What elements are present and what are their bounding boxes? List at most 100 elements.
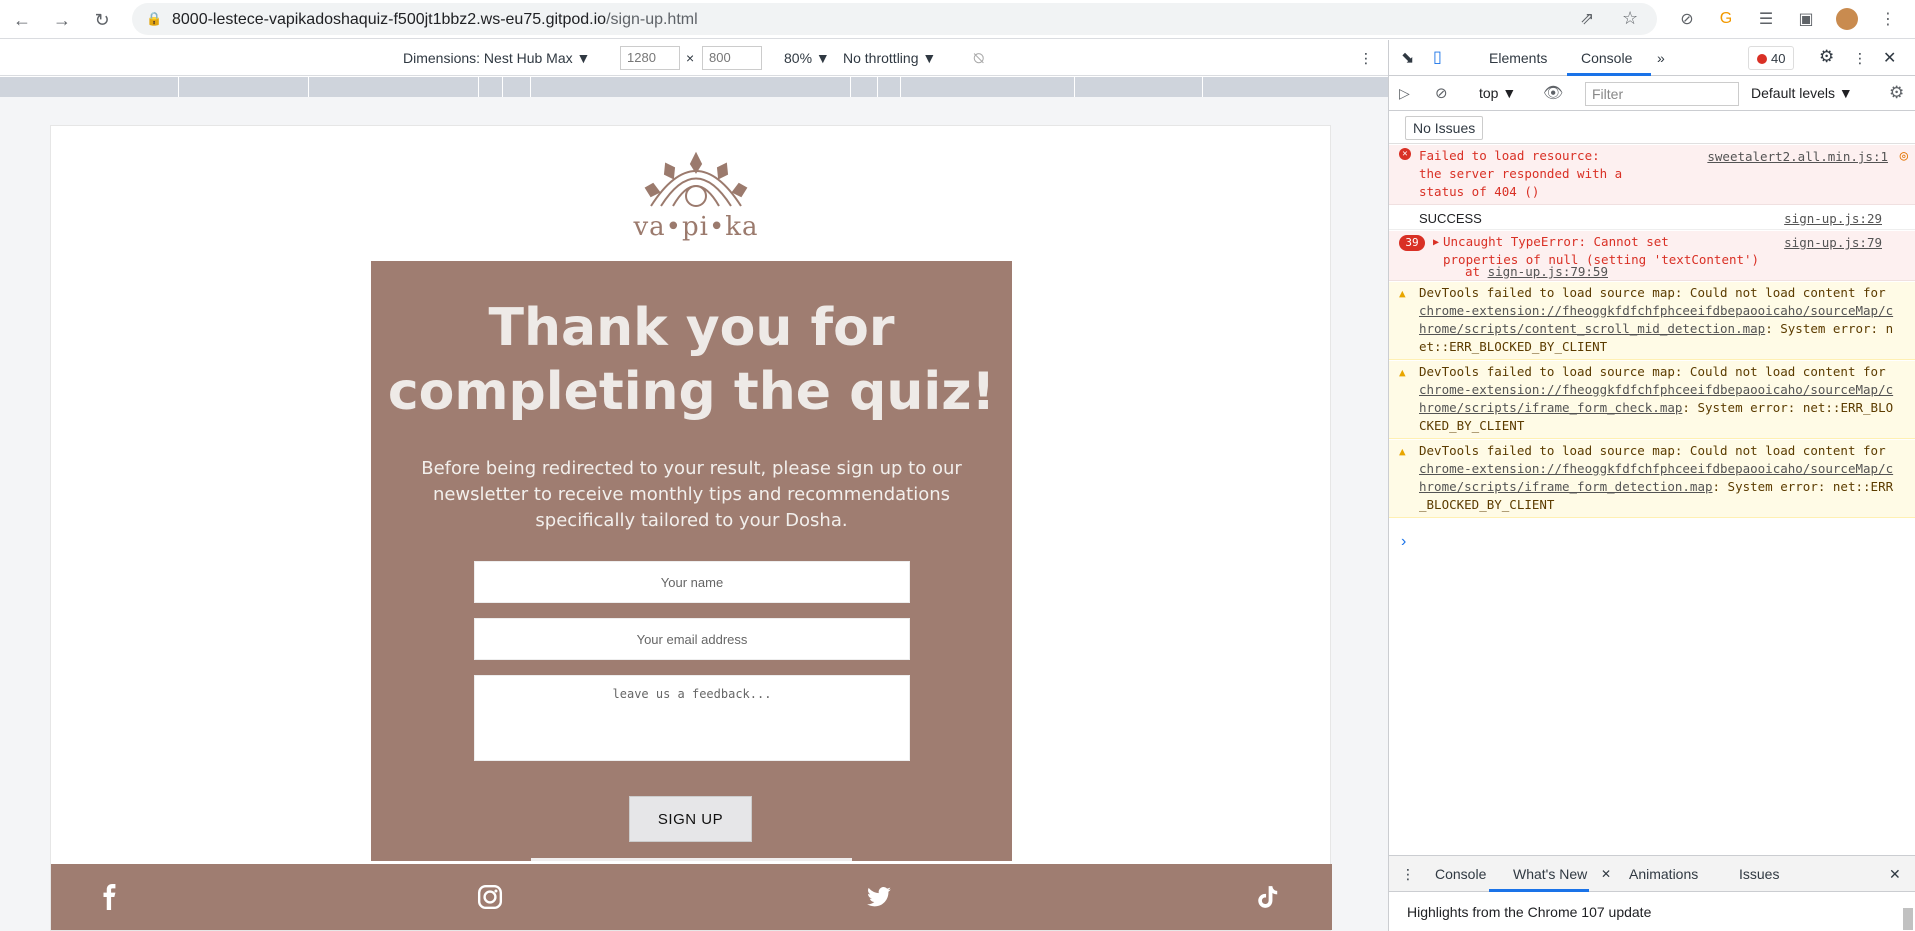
message-source-link[interactable]: sign-up.js:29 [1784,210,1882,228]
back-icon[interactable]: ← [9,7,35,33]
logo-text: va•pi•ka [633,212,759,242]
sign-up-button[interactable]: SIGN UP [629,796,752,842]
forward-icon[interactable]: → [49,7,75,33]
live-expression-eye-icon[interactable]: 👁 [1543,83,1563,103]
media-query-ruler[interactable] [0,77,1388,97]
devtools-drawer: ⋮ Console What's New ✕ Animations Issues… [1389,855,1915,931]
height-input[interactable]: 800 [702,46,762,70]
stack-frame-link[interactable]: sign-up.js:79:59 [1488,264,1608,279]
clear-console-icon[interactable]: ⊘ [1435,84,1448,102]
message-text: DevTools failed to load source map: Coul… [1419,364,1894,433]
share-icon[interactable]: ⇗ [1580,9,1594,29]
message-source-link[interactable]: sign-up.js:79 [1784,234,1882,252]
drawer-tab-console[interactable]: Console [1435,866,1486,882]
message-text: Failed to load resource: the server resp… [1419,148,1623,199]
devtools-menu-icon[interactable]: ⋮ [1853,50,1867,67]
inspect-icon[interactable]: ⬊ [1401,48,1414,68]
times-sign: × [686,50,695,66]
message-source-link[interactable]: sweetalert2.all.min.js:1 [1707,148,1888,166]
instagram-icon[interactable] [477,884,503,910]
facebook-icon[interactable] [97,884,123,910]
warning-icon: ▲ [1399,287,1406,300]
signup-card: Thank you for completing the quiz! Befor… [371,261,1012,861]
drawer-tab-whats-new[interactable]: What's New [1513,866,1587,882]
expand-triangle-icon[interactable]: ▶ [1433,234,1439,252]
bookmark-star-icon[interactable]: ☆ [1622,8,1638,29]
email-input[interactable]: Your email address [474,618,910,660]
device-toggle-icon[interactable]: ▯ [1433,47,1442,67]
tab-console[interactable]: Console [1581,50,1632,66]
twitter-icon[interactable] [866,884,892,910]
drawer-menu-icon[interactable]: ⋮ [1401,866,1415,883]
throttling-select[interactable]: No throttling ▼ [843,50,936,66]
social-footer [51,864,1332,930]
page-viewport: va•pi•ka Thank you for completing the qu… [0,97,1388,931]
issues-row: No Issues [1389,112,1915,144]
device-toolbar: Dimensions: Nest Hub Max ▼ 1280 × 800 80… [0,40,1388,76]
zoom-select[interactable]: 80% ▼ [784,50,830,66]
browser-toolbar: ← → ↻ 🔒 8000-lestece-vapikadoshaquiz-f50… [0,0,1915,39]
console-message: ▲ DevTools failed to load source map: Co… [1389,361,1915,439]
width-input[interactable]: 1280 [620,46,680,70]
close-drawer-icon[interactable]: ✕ [1889,866,1901,883]
name-input[interactable]: Your name [474,561,910,603]
drawer-tab-animations[interactable]: Animations [1629,866,1698,882]
active-tab-indicator [1567,73,1651,76]
url-text: 8000-lestece-vapikadoshaquiz-f500jt1bbz2… [172,11,698,28]
blocked-icon[interactable]: ⊘ [1676,8,1698,30]
reload-icon[interactable]: ↻ [89,7,115,33]
emulated-page: va•pi•ka Thank you for completing the qu… [50,125,1332,931]
whats-new-highlights: Highlights from the Chrome 107 update [1407,904,1652,920]
devtools-tab-bar: ⬊ ▯ Elements Console » 40 ⚙ ⋮ ✕ [1389,40,1915,76]
sidebar-toggle-icon[interactable]: ▷ [1399,85,1410,102]
card-divider [531,858,852,861]
console-prompt[interactable]: › [1401,533,1406,551]
console-settings-icon[interactable]: ⚙ [1889,83,1904,103]
close-whats-new-icon[interactable]: ✕ [1601,867,1611,881]
console-message: ▲ DevTools failed to load source map: Co… [1389,282,1915,360]
message-text: DevTools failed to load source map: Coul… [1419,443,1894,512]
settings-gear-icon[interactable]: ⚙ [1819,47,1834,67]
warning-icon: ▲ [1399,445,1406,458]
console-message: 39 ▶ Uncaught TypeError: Cannot set prop… [1389,231,1915,281]
drawer-tab-bar: ⋮ Console What's New ✕ Animations Issues… [1389,856,1915,892]
warning-icon: ▲ [1399,366,1406,379]
context-select[interactable]: top ▼ [1479,85,1516,101]
stack-frame: at sign-up.js:79:59 [1465,264,1608,279]
rotate-icon[interactable]: ⦰ [973,50,984,67]
feedback-textarea[interactable]: leave us a feedback... [474,675,910,761]
drawer-tab-issues[interactable]: Issues [1739,866,1779,882]
console-message: SUCCESS sign-up.js:29 [1389,206,1915,230]
side-panel-icon[interactable]: ▣ [1795,8,1817,30]
tiktok-icon[interactable] [1255,884,1281,910]
message-text: DevTools failed to load source map: Coul… [1419,285,1894,354]
console-message: ✕ Failed to load resource: the server re… [1389,145,1915,205]
error-icon: ✕ [1399,148,1412,161]
no-issues-button[interactable]: No Issues [1405,116,1484,140]
extension-g-icon[interactable]: G [1715,8,1737,30]
signup-description: Before being redirected to your result, … [421,458,962,531]
mandala-icon [644,151,748,207]
active-tab-indicator [1489,889,1589,892]
levels-select[interactable]: Default levels ▼ [1751,85,1853,101]
devtools-panel: ⬊ ▯ Elements Console » 40 ⚙ ⋮ ✕ ▷ ⊘ top … [1388,40,1915,931]
message-text: SUCCESS [1419,211,1482,226]
console-message: ▲ DevTools failed to load source map: Co… [1389,440,1915,518]
page-title: Thank you for completing the quiz! [387,298,996,422]
filter-input[interactable]: Filter [1585,82,1739,106]
lock-icon: 🔒 [146,11,163,26]
more-tabs-icon[interactable]: » [1657,50,1665,66]
dimensions-select[interactable]: Dimensions: Nest Hub Max ▼ [403,50,590,66]
tab-elements[interactable]: Elements [1489,50,1547,66]
extensions-puzzle-icon[interactable]: ☰ [1755,8,1777,30]
close-devtools-icon[interactable]: ✕ [1883,48,1896,68]
network-icon[interactable]: ◎ [1900,147,1908,165]
device-more-icon[interactable]: ⋮ [1359,50,1373,67]
menu-kebab-icon[interactable]: ⋮ [1877,8,1899,30]
repeat-count-badge: 39 [1399,235,1425,251]
console-filter-bar: ▷ ⊘ top ▼ 👁 Filter Default levels ▼ ⚙ [1389,77,1915,111]
error-count-badge[interactable]: 40 [1748,46,1794,70]
drawer-scrollbar[interactable] [1903,908,1913,930]
address-bar[interactable]: 🔒 8000-lestece-vapikadoshaquiz-f500jt1bb… [132,3,1657,35]
avatar[interactable] [1836,8,1858,30]
